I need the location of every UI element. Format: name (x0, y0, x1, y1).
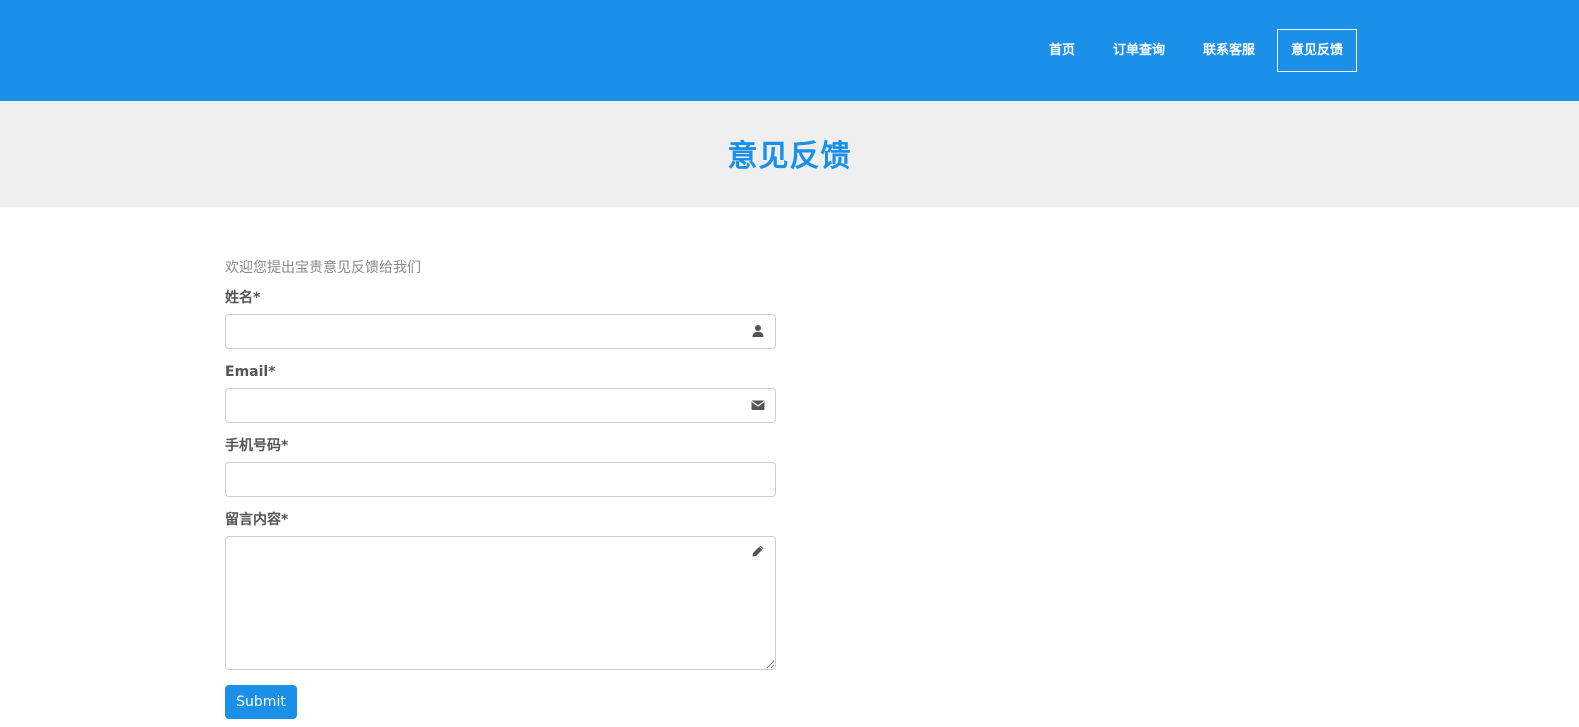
nav-item-order-query[interactable]: 订单查询 (1097, 29, 1181, 72)
top-header: 首页 订单查询 联系客服 意见反馈 (0, 0, 1579, 101)
name-field-wrapper (225, 314, 776, 349)
user-icon (752, 325, 764, 337)
page-title: 意见反馈 (727, 139, 852, 174)
email-label: Email* (225, 364, 276, 380)
email-input[interactable] (225, 388, 776, 423)
name-label: 姓名* (225, 290, 261, 306)
nav-item-customer-service[interactable]: 联系客服 (1187, 29, 1271, 72)
page-banner: 意见反馈 (0, 101, 1579, 207)
phone-label: 手机号码* (225, 438, 289, 454)
nav-item-home[interactable]: 首页 (1033, 29, 1091, 72)
envelope-icon (751, 400, 765, 410)
nav-item-feedback[interactable]: 意见反馈 (1277, 29, 1357, 72)
phone-field-wrapper (225, 462, 776, 497)
message-field-wrapper (225, 536, 776, 670)
email-field-wrapper (225, 388, 776, 423)
feedback-form: 欢迎您提出宝贵意见反馈给我们 姓名* Email* 手机号码* 留言内容* Su… (225, 258, 776, 719)
message-label: 留言内容* (225, 512, 289, 528)
message-textarea[interactable] (225, 536, 776, 670)
phone-input[interactable] (225, 462, 776, 497)
main-nav: 首页 订单查询 联系客服 意见反馈 (1027, 29, 1357, 72)
form-intro-text: 欢迎您提出宝贵意见反馈给我们 (225, 260, 421, 276)
name-input[interactable] (225, 314, 776, 349)
submit-button[interactable]: Submit (225, 685, 297, 719)
pencil-icon (752, 545, 764, 557)
